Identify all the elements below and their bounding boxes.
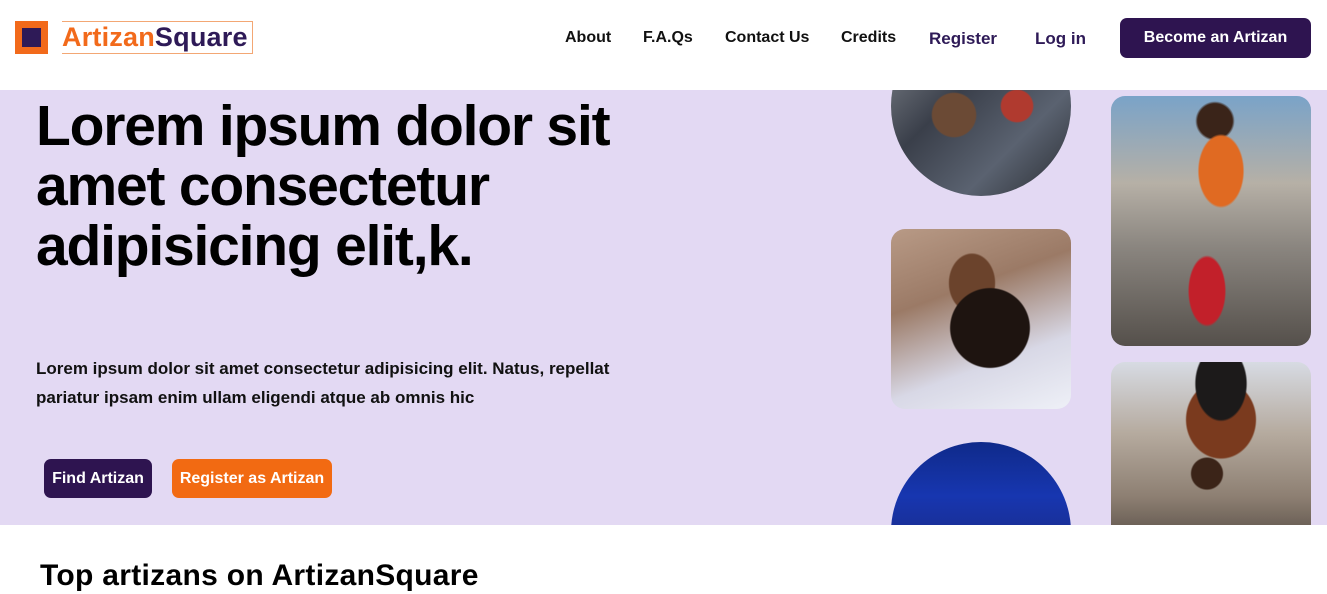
hero-photo-hair-braiding	[891, 229, 1071, 409]
nav-contact-us[interactable]: Contact Us	[725, 27, 809, 49]
hero-photo-technician	[891, 90, 1071, 196]
nav-faqs[interactable]: F.A.Qs	[643, 27, 693, 49]
find-artizan-button[interactable]: Find Artizan	[44, 459, 152, 498]
hero-section: Lorem ipsum dolor sit amet consectetur a…	[0, 90, 1327, 525]
nav-login[interactable]: Log in	[1035, 28, 1086, 50]
hero-subtitle: Lorem ipsum dolor sit amet consectetur a…	[36, 359, 610, 407]
hero-photo-sewing-machine-carrier	[1111, 362, 1311, 525]
logo-text-part1: Artizan	[62, 21, 155, 52]
logo-square-icon	[15, 20, 48, 54]
hero-photo-writing	[891, 442, 1071, 525]
brand-logo[interactable]: ArtizanSquare	[15, 20, 253, 54]
site-header: ArtizanSquare About F.A.Qs Contact Us Cr…	[0, 0, 1327, 90]
register-artizan-button[interactable]: Register as Artizan	[172, 459, 332, 498]
nav-register[interactable]: Register	[929, 28, 997, 50]
hero-title: Lorem ipsum dolor sit amet consectetur a…	[36, 94, 611, 278]
nav-credits[interactable]: Credits	[841, 27, 896, 49]
top-artizans-heading: Top artizans on ArtizanSquare	[40, 559, 479, 592]
become-artizan-button[interactable]: Become an Artizan	[1120, 18, 1311, 58]
logo-text-part2: Square	[154, 21, 248, 52]
logo-wordmark: ArtizanSquare	[62, 20, 253, 54]
nav-about[interactable]: About	[565, 27, 611, 49]
hero-photo-motorcycle-rider	[1111, 96, 1311, 346]
